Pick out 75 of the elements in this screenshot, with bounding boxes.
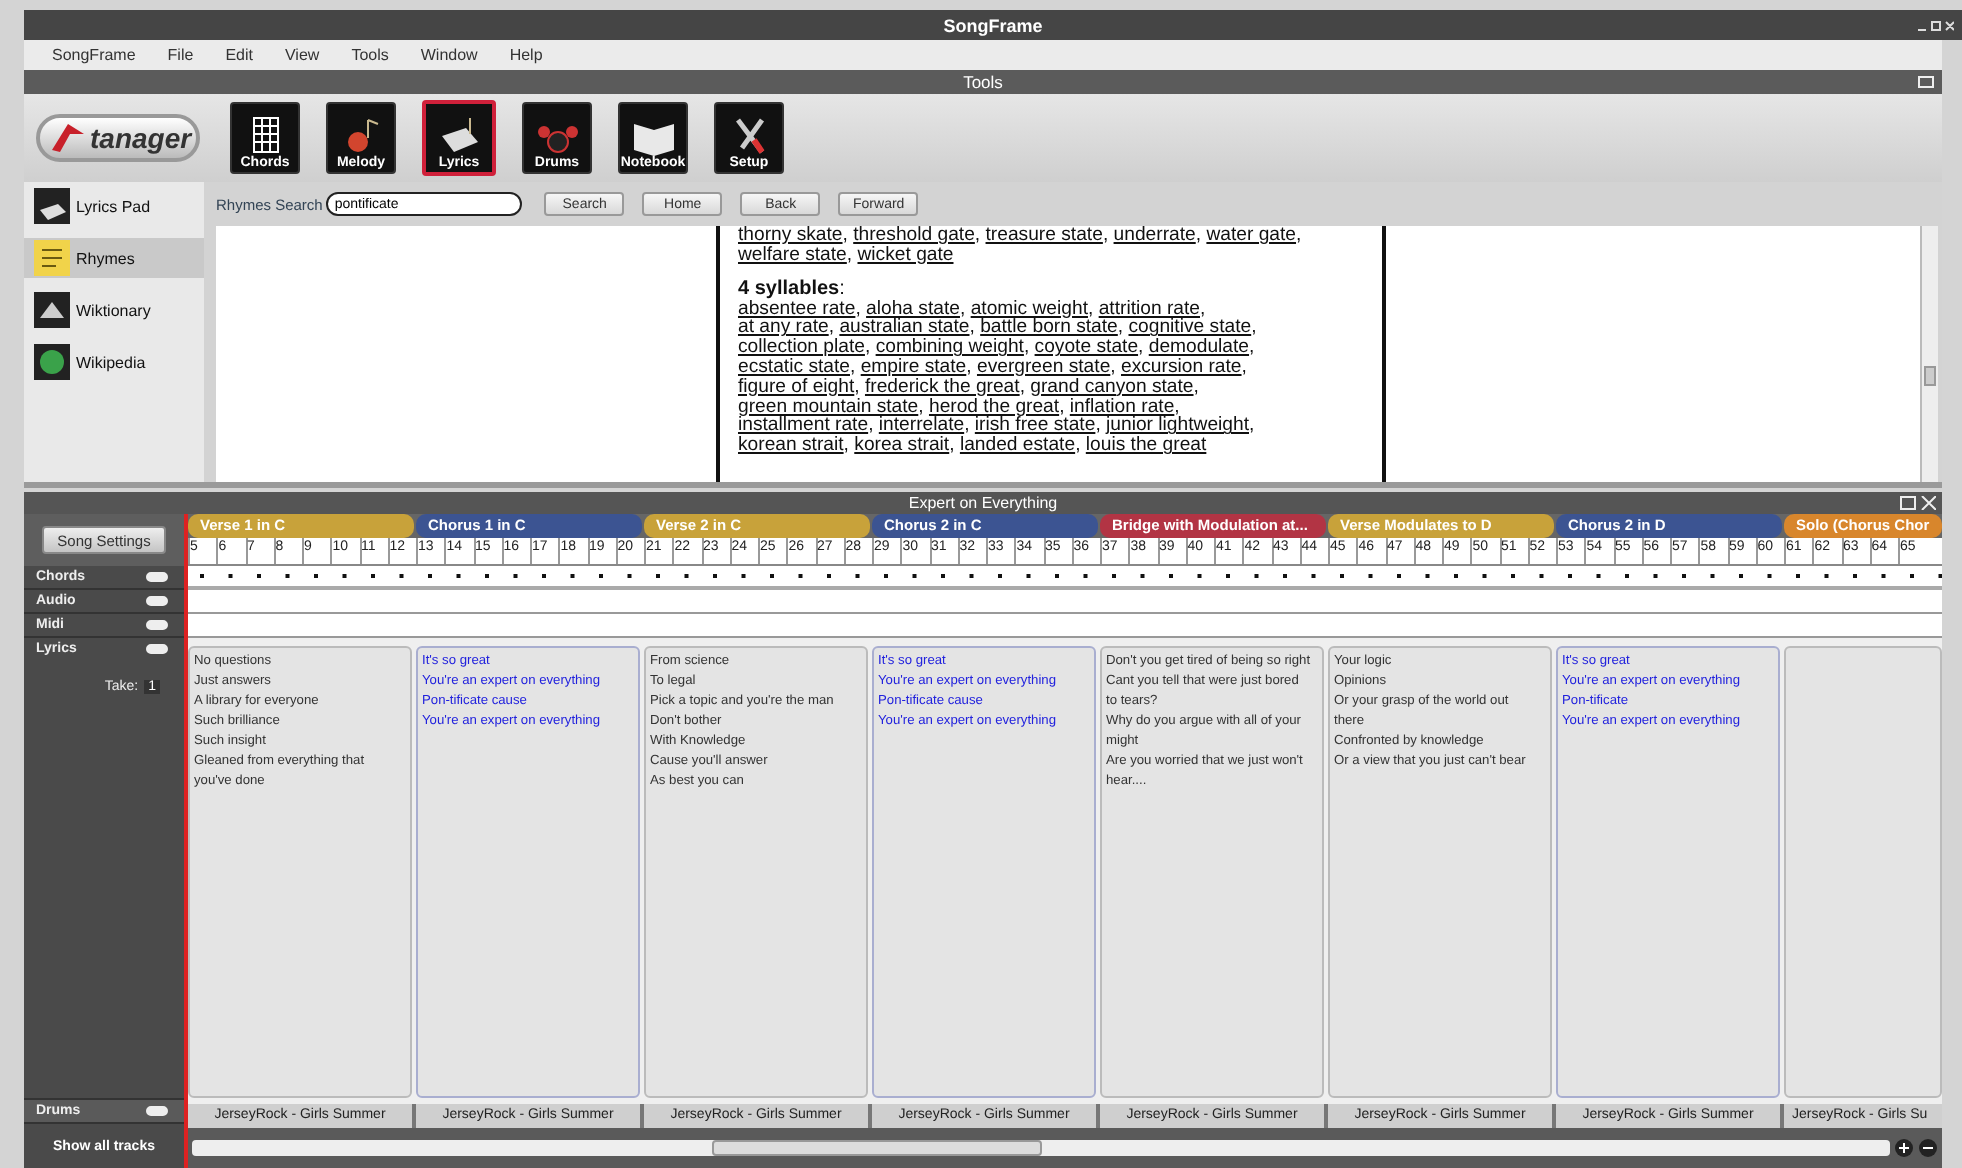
rhyme-link[interactable]: interrelate bbox=[878, 414, 965, 437]
rhyme-link[interactable]: threshold gate bbox=[853, 226, 975, 246]
notepad-icon bbox=[34, 188, 70, 224]
rhyme-link[interactable]: demodulate bbox=[1148, 336, 1250, 359]
rhyme-link[interactable]: grand canyon state bbox=[1030, 375, 1194, 398]
track-toggle[interactable] bbox=[146, 1106, 168, 1116]
menu-item[interactable]: View bbox=[284, 46, 320, 64]
rhyme-line: welfare state, wicket gate bbox=[738, 245, 954, 266]
rhyme-link[interactable]: korean strait bbox=[738, 434, 844, 457]
rhyme-link[interactable]: landed estate bbox=[959, 434, 1076, 457]
window-controls-icon[interactable] bbox=[1918, 20, 1954, 32]
rhyme-link[interactable]: irish free state bbox=[974, 414, 1096, 437]
rhyme-link[interactable]: coyote state bbox=[1034, 336, 1139, 359]
window-controls-icon[interactable] bbox=[1900, 496, 1936, 510]
track-toggle[interactable] bbox=[146, 572, 168, 582]
sidebar-item[interactable]: Lyrics Pad bbox=[24, 186, 204, 226]
rhyme-link[interactable]: collection plate bbox=[738, 336, 865, 359]
menu-item[interactable]: Window bbox=[420, 46, 478, 64]
rhyme-link[interactable]: at any rate bbox=[738, 316, 829, 339]
rhyme-link[interactable]: empire state bbox=[860, 355, 967, 378]
rhyme-link[interactable]: cognitive state bbox=[1128, 316, 1252, 339]
rhyme-link[interactable]: combining weight bbox=[875, 336, 1024, 359]
menu-item[interactable]: Edit bbox=[225, 46, 253, 64]
track-toggle[interactable] bbox=[146, 644, 168, 654]
rhyme-link[interactable]: korea strait bbox=[854, 434, 950, 457]
track-toggle[interactable] bbox=[146, 596, 168, 606]
rhyme-link[interactable]: installment rate bbox=[738, 414, 869, 437]
syllable-heading: 4 syllables: bbox=[738, 277, 847, 300]
rhyme-link[interactable]: australian state bbox=[839, 316, 970, 339]
zoom-in-icon[interactable] bbox=[1894, 1138, 1914, 1158]
sidebar-item[interactable]: Wiktionary bbox=[24, 290, 204, 330]
rhyme-line: figure of eight, frederick the great, grand canyon state, bbox=[738, 377, 1201, 398]
rhyme-link[interactable]: ecstatic state bbox=[738, 355, 850, 378]
rhyme-link[interactable]: wicket gate bbox=[857, 243, 954, 266]
rhyme-link[interactable]: welfare state bbox=[738, 243, 847, 266]
horizontal-scrollbar[interactable] bbox=[192, 1140, 1890, 1156]
window-title: SongFrame bbox=[943, 15, 1043, 35]
restore-icon[interactable] bbox=[1918, 76, 1934, 88]
menu-item[interactable]: SongFrame bbox=[52, 46, 136, 64]
logo-text: tanager bbox=[90, 122, 192, 154]
rhyme-link[interactable]: water gate bbox=[1206, 226, 1297, 246]
rhyme-link[interactable]: atomic weight bbox=[970, 297, 1088, 320]
rhyme-line: ecstatic state, empire state, evergreen state, excursion rate, bbox=[738, 357, 1249, 378]
rhyme-link[interactable]: absentee rate bbox=[738, 297, 856, 320]
rhyme-link[interactable]: battle born state bbox=[980, 316, 1118, 339]
rhyme-line: green mountain state, herod the great, inflation rate, bbox=[738, 397, 1180, 417]
rhyme-link[interactable]: junior lightweight bbox=[1106, 414, 1249, 437]
track-toggle[interactable] bbox=[146, 620, 168, 630]
rhyme-line: thorny skate, threshold gate, treasure state, underrate, water gate, bbox=[738, 226, 1304, 246]
rhyme-line: collection plate, combining weight, coyote state, demodulate, bbox=[738, 338, 1257, 358]
rhyme-link[interactable]: louis the great bbox=[1085, 434, 1207, 457]
sticky-note-icon bbox=[34, 240, 70, 276]
song-title: Expert on Everything bbox=[908, 494, 1058, 512]
rhyme-link[interactable]: frederick the great bbox=[864, 375, 1020, 398]
menu-item[interactable]: Help bbox=[509, 46, 543, 64]
sidebar-item[interactable]: Wikipedia bbox=[24, 342, 204, 382]
panel-title: Tools bbox=[963, 72, 1003, 92]
rhyme-link[interactable]: excursion rate bbox=[1121, 355, 1242, 378]
rhyme-line: at any rate, australian state, battle born state, cognitive state, bbox=[738, 318, 1259, 339]
vertical-scrollbar[interactable] bbox=[1920, 226, 1938, 482]
menu-item[interactable]: File bbox=[167, 46, 194, 64]
rhyme-line: installment rate, interrelate, irish free state, junior lightweight, bbox=[738, 416, 1257, 437]
rhyme-link[interactable]: thorny skate bbox=[738, 226, 843, 246]
sidebar-item[interactable]: Rhymes bbox=[24, 238, 204, 278]
rhyme-link[interactable]: underrate bbox=[1113, 226, 1196, 246]
wiki-icon bbox=[34, 292, 70, 328]
rhyme-line: korean strait, korea strait, landed estate, louis the great bbox=[738, 436, 1209, 456]
rhyme-link[interactable]: figure of eight bbox=[738, 375, 855, 398]
rhyme-link[interactable]: evergreen state bbox=[976, 355, 1111, 378]
rhyme-link[interactable]: treasure state bbox=[985, 226, 1103, 246]
rhyme-line: absentee rate, aloha state, atomic weight, attrition rate, bbox=[738, 299, 1208, 319]
swoosh-icon bbox=[48, 118, 88, 158]
menu-item[interactable]: Tools bbox=[351, 46, 389, 64]
zoom-out-icon[interactable] bbox=[1918, 1138, 1938, 1158]
globe-icon bbox=[34, 344, 70, 380]
